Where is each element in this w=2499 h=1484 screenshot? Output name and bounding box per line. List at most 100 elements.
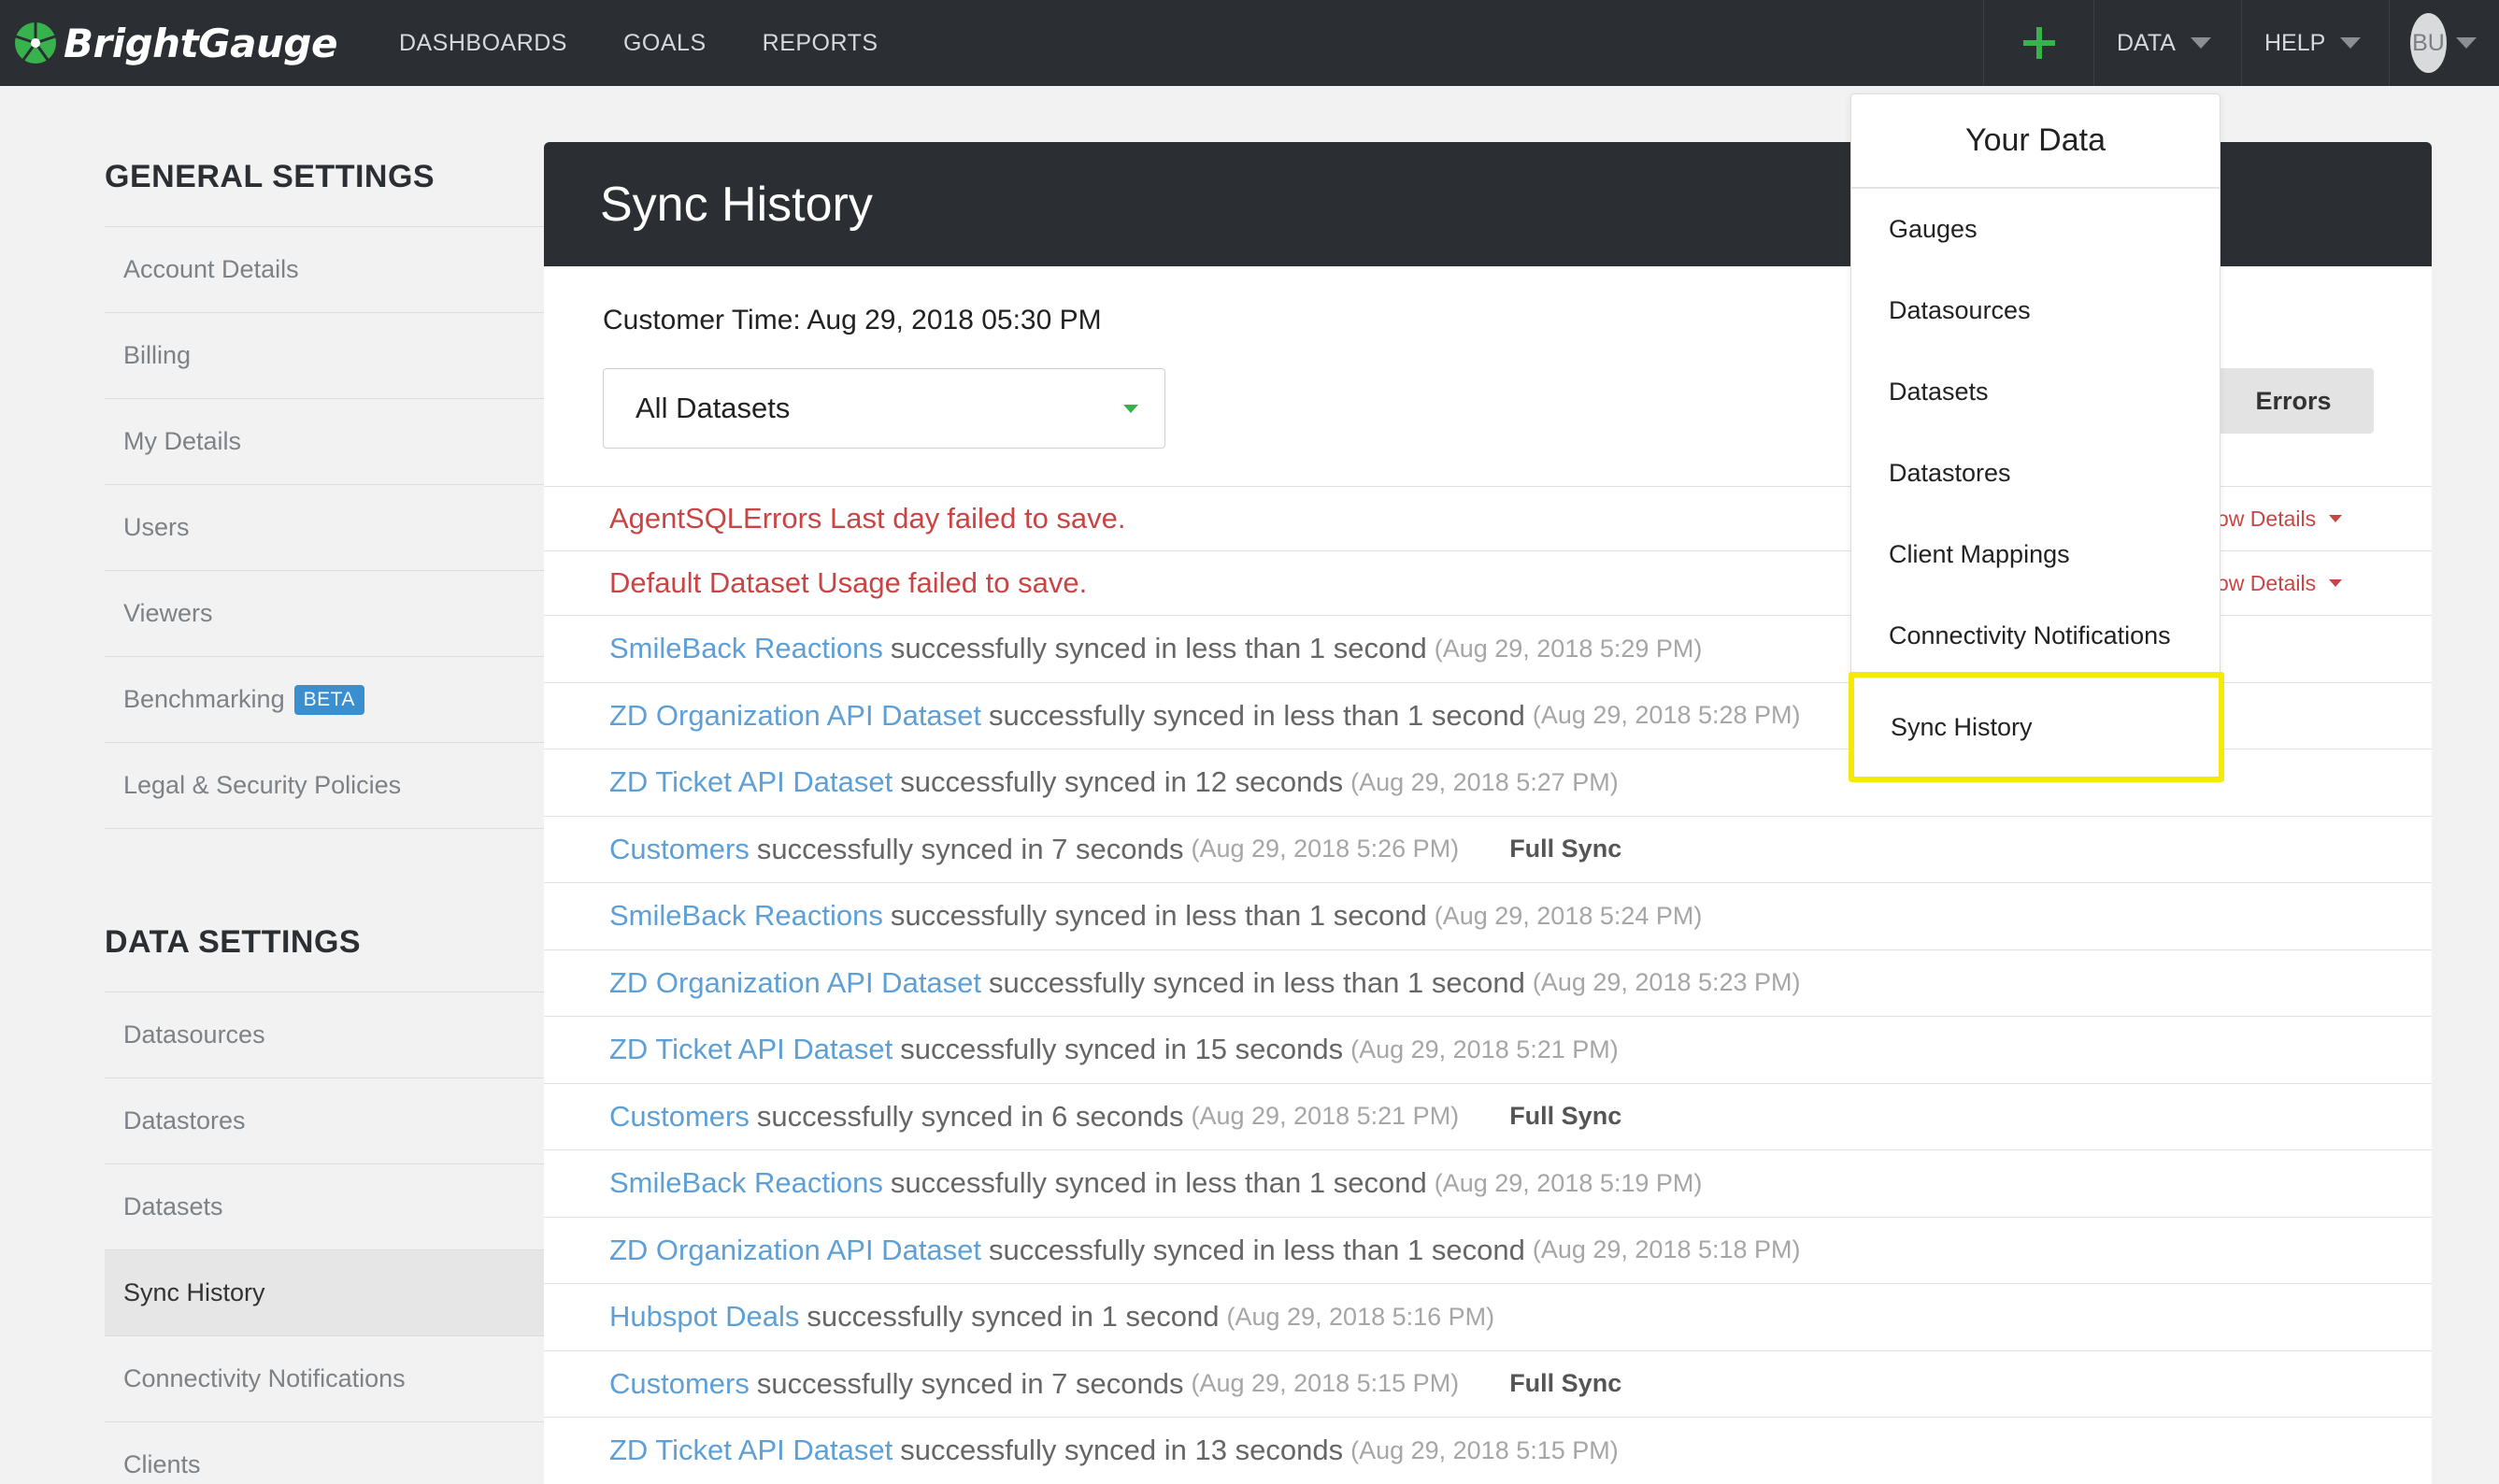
chevron-down-icon xyxy=(2329,515,2343,522)
settings-sidebar: GENERAL SETTINGS Account Details Billing M… xyxy=(105,159,544,1484)
dataset-link[interactable]: ZD Organization API Dataset xyxy=(609,1234,981,1267)
sync-timestamp: (Aug 29, 2018 5:18 PM) xyxy=(1532,1235,1801,1264)
dataset-link[interactable]: ZD Ticket API Dataset xyxy=(609,1434,892,1467)
user-menu-button[interactable]: BU xyxy=(2389,0,2499,86)
dataset-link[interactable]: ZD Organization API Dataset xyxy=(609,699,981,733)
dropdown-item-datastores[interactable]: Datastores xyxy=(1851,433,2220,514)
sync-timestamp: (Aug 29, 2018 5:29 PM) xyxy=(1434,634,1703,663)
nav-link-dashboards[interactable]: DASHBOARDS xyxy=(399,30,567,57)
sidebar-item-benchmarking[interactable]: Benchmarking BETA xyxy=(105,657,544,743)
sidebar-item-label: Viewers xyxy=(123,599,213,627)
sidebar-item-label: Datastores xyxy=(123,1106,246,1134)
page-title: Sync History xyxy=(600,177,873,232)
sync-history-row: ZD Organization API Dataset successfully … xyxy=(544,949,2432,1017)
dropdown-item-connectivity-notifications[interactable]: Connectivity Notifications xyxy=(1851,595,2220,677)
general-settings-list: Account Details Billing My Details Users Vie… xyxy=(105,226,544,829)
dataset-link[interactable]: Hubspot Deals xyxy=(609,1300,799,1334)
sync-timestamp: (Aug 29, 2018 5:21 PM) xyxy=(1350,1035,1619,1063)
sync-history-row: SmileBack Reactions successfully synced i… xyxy=(544,1149,2432,1217)
dataset-link[interactable]: SmileBack Reactions xyxy=(609,899,883,933)
dropdown-item-gauges[interactable]: Gauges xyxy=(1851,189,2220,270)
sync-timestamp: (Aug 29, 2018 5:24 PM) xyxy=(1434,901,1703,930)
dataset-link[interactable]: AgentSQLErrors Last day xyxy=(609,502,939,535)
dropdown-item-datasets[interactable]: Datasets xyxy=(1851,351,2220,433)
customer-time: Customer Time: Aug 29, 2018 05:30 PM xyxy=(603,305,1102,335)
chevron-down-icon xyxy=(2329,579,2343,587)
sync-message: successfully synced in less than 1 secon… xyxy=(890,1166,1427,1200)
chevron-down-icon xyxy=(2456,37,2477,49)
sidebar-item-users[interactable]: Users xyxy=(105,485,544,571)
chevron-down-icon xyxy=(2340,37,2362,49)
dataset-filter-select[interactable]: All Datasets xyxy=(603,368,1165,449)
dataset-link[interactable]: SmileBack Reactions xyxy=(609,632,883,665)
add-button[interactable] xyxy=(1983,0,2093,86)
sidebar-item-label: Datasources xyxy=(123,1020,265,1049)
show-details-link[interactable]: ow Details xyxy=(2217,570,2343,596)
dataset-link[interactable]: ZD Ticket API Dataset xyxy=(609,1033,892,1066)
show-details-label: ow Details xyxy=(2217,570,2317,595)
full-sync-label: Full Sync xyxy=(1509,835,1622,863)
gauge-logo-icon xyxy=(15,22,56,64)
sync-history-row: ZD Organization API Dataset successfully … xyxy=(544,1216,2432,1284)
dropdown-item-client-mappings[interactable]: Client Mappings xyxy=(1851,514,2220,595)
nav-link-reports[interactable]: REPORTS xyxy=(763,30,878,57)
help-menu-label: HELP xyxy=(2264,29,2326,56)
sidebar-item-label: Users xyxy=(123,513,190,541)
sidebar-item-label: Benchmarking xyxy=(123,685,285,713)
sync-message: successfully synced in less than 1 secon… xyxy=(890,899,1427,933)
top-nav: BrightGauge DASHBOARDS GOALS REPORTS DATA … xyxy=(0,0,2499,86)
show-details-label: ow Details xyxy=(2217,506,2317,531)
dataset-link[interactable]: ZD Organization API Dataset xyxy=(609,966,981,1000)
sync-message: successfully synced in less than 1 secon… xyxy=(989,965,1525,999)
sidebar-item-label: Connectivity Notifications xyxy=(123,1364,406,1392)
dataset-link[interactable]: Default Dataset Usage xyxy=(609,566,901,600)
sync-timestamp: (Aug 29, 2018 5:21 PM) xyxy=(1191,1102,1460,1131)
sync-history-row: Customers successfully synced in 7 second… xyxy=(544,1349,2432,1418)
sidebar-item-label: Account Details xyxy=(123,255,299,283)
general-settings-heading: GENERAL SETTINGS xyxy=(105,159,436,194)
dataset-link[interactable]: ZD Ticket API Dataset xyxy=(609,765,892,799)
sidebar-item-datasources[interactable]: Datasources xyxy=(105,992,544,1078)
sidebar-item-connectivity-notifications[interactable]: Connectivity Notifications xyxy=(105,1336,544,1422)
nav-link-goals[interactable]: GOALS xyxy=(623,30,707,57)
dataset-link[interactable]: SmileBack Reactions xyxy=(609,1166,883,1200)
beta-badge: BETA xyxy=(293,684,364,715)
sidebar-item-viewers[interactable]: Viewers xyxy=(105,571,544,657)
sidebar-item-clients[interactable]: Clients xyxy=(105,1422,544,1484)
sidebar-item-label: Billing xyxy=(123,341,192,369)
sidebar-item-label: Datasets xyxy=(123,1192,223,1220)
errors-filter-button[interactable]: Errors xyxy=(2213,368,2374,434)
dataset-link[interactable]: Customers xyxy=(609,1367,750,1401)
dropdown-item-datasources[interactable]: Datasources xyxy=(1851,270,2220,351)
sync-history-row: ZD Ticket API Dataset successfully synced… xyxy=(544,1016,2432,1083)
sync-message: successfully synced in 15 seconds xyxy=(900,1033,1344,1066)
sync-message: successfully synced in less than 1 secon… xyxy=(989,1233,1525,1266)
sync-timestamp: (Aug 29, 2018 5:15 PM) xyxy=(1191,1369,1460,1398)
dataset-link[interactable]: Customers xyxy=(609,833,750,866)
sidebar-item-datasets[interactable]: Datasets xyxy=(105,1164,544,1250)
sidebar-item-billing[interactable]: Billing xyxy=(105,313,544,399)
sync-message: successfully synced in 13 seconds xyxy=(900,1434,1344,1467)
sync-timestamp: (Aug 29, 2018 5:15 PM) xyxy=(1350,1435,1619,1464)
sidebar-item-legal-security-policies[interactable]: Legal & Security Policies xyxy=(105,743,544,829)
dataset-link[interactable]: Customers xyxy=(609,1100,750,1134)
dropdown-item-sync-history[interactable]: Sync History xyxy=(1849,672,2224,782)
sync-history-row: SmileBack Reactions successfully synced i… xyxy=(544,882,2432,949)
sync-history-row: Hubspot Deals successfully synced in 1 se… xyxy=(544,1283,2432,1350)
sync-timestamp: (Aug 29, 2018 5:27 PM) xyxy=(1350,767,1619,796)
data-menu-button[interactable]: DATA xyxy=(2093,0,2241,86)
nav-right: DATA HELP BU xyxy=(1983,0,2499,86)
your-data-dropdown: Your Data Gauges Datasources Datasets Datas… xyxy=(1849,93,2224,782)
help-menu-button[interactable]: HELP xyxy=(2241,0,2389,86)
brightgauge-logo[interactable]: BrightGauge xyxy=(13,21,337,66)
sidebar-item-my-details[interactable]: My Details xyxy=(105,399,544,485)
sidebar-item-sync-history[interactable]: Sync History xyxy=(105,1250,544,1336)
full-sync-label: Full Sync xyxy=(1509,1369,1622,1398)
sync-message: successfully synced in 6 seconds xyxy=(756,1099,1184,1133)
sidebar-item-label: Clients xyxy=(123,1450,201,1478)
sync-timestamp: (Aug 29, 2018 5:16 PM) xyxy=(1226,1302,1495,1331)
show-details-link[interactable]: ow Details xyxy=(2217,506,2343,532)
data-settings-list: Datasources Datastores Datasets Sync Histor… xyxy=(105,992,544,1484)
sidebar-item-account-details[interactable]: Account Details xyxy=(105,227,544,313)
sidebar-item-datastores[interactable]: Datastores xyxy=(105,1078,544,1164)
